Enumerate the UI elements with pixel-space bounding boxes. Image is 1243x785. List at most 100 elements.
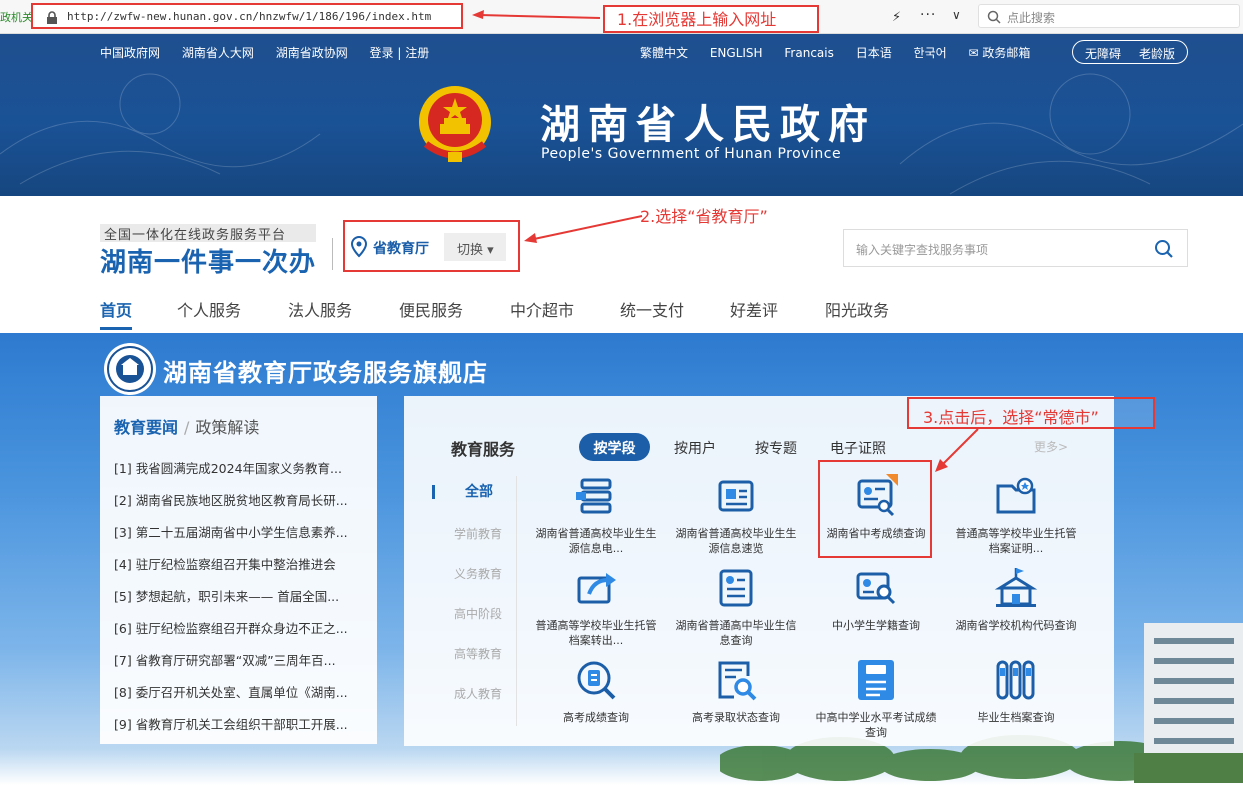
elder-mode-link[interactable]: 老龄版	[1139, 47, 1175, 61]
login-register-link[interactable]: 登录 | 注册	[370, 46, 430, 60]
divider	[332, 238, 333, 270]
news-title: 驻厅纪检监察组召开集中整治推进会	[135, 557, 336, 572]
service-label: 高考录取状态查询	[692, 711, 780, 724]
score-100-icon	[858, 660, 894, 700]
page-title: 湖南省人民政府	[540, 102, 876, 148]
arrow-icon	[524, 215, 643, 243]
education-services-panel: 教育服务 按学段 按用户 按专题 电子证照 更多> 全部 学前教育 义务教育 高…	[404, 396, 1114, 746]
link-korean[interactable]: 한국어	[914, 46, 947, 60]
link-npc[interactable]: 湖南省人大网	[182, 46, 254, 60]
nav-rating[interactable]: 好差评	[730, 297, 778, 321]
nav-agency-market[interactable]: 中介超市	[510, 297, 574, 321]
service-item[interactable]: 毕业生档案查询	[952, 658, 1080, 725]
arrow-icon	[935, 428, 979, 472]
service-item[interactable]: 普通高等学校毕业生托管档案转出...	[532, 566, 660, 648]
list-item[interactable]: [4] 驻厅纪检监察组召开集中整治推进会	[114, 554, 372, 586]
list-item[interactable]: [8] 委厅召开机关处室、直属单位《湖南...	[114, 682, 372, 714]
service-search-input[interactable]: 输入关键字查找服务事项	[843, 229, 1188, 267]
services-title: 教育服务	[451, 440, 516, 459]
nav-payment[interactable]: 统一支付	[620, 297, 684, 321]
news-number: [3]	[114, 525, 132, 540]
service-item[interactable]: 高考录取状态查询	[672, 658, 800, 725]
list-item[interactable]: [9] 省教育厅机关工会组织干部职工开展...	[114, 714, 372, 746]
chevron-down-icon[interactable]: ∨	[952, 8, 961, 22]
service-item[interactable]: 湖南省普通高校毕业生生源信息速览	[672, 474, 800, 556]
platform-logo-text[interactable]: 湖南一件事一次办	[100, 242, 316, 279]
news-title: 湖南省民族地区脱贫地区教育局长研...	[135, 493, 348, 508]
archive-star-icon	[996, 477, 1036, 514]
accessibility-switch[interactable]: 无障碍 老龄版	[1072, 40, 1188, 64]
bookmark-label[interactable]: 政机关	[0, 9, 33, 25]
service-label: 高考成绩查询	[563, 711, 629, 724]
flagship-title: 湖南省教育厅政务服务旗舰店	[163, 359, 488, 387]
news-title: 第二十五届湖南省中小学生信息素养...	[135, 525, 348, 540]
news-number: [7]	[114, 653, 132, 668]
service-search-placeholder: 输入关键字查找服务事项	[856, 243, 989, 257]
news-number: [9]	[114, 717, 132, 732]
service-label: 湖南省普通高校毕业生生源信息速览	[675, 527, 797, 555]
certificate-icon	[718, 480, 754, 512]
nav-legal-person[interactable]: 法人服务	[288, 297, 352, 321]
tab-by-topic[interactable]: 按专题	[755, 433, 797, 461]
tab-by-stage[interactable]: 按学段	[579, 433, 650, 461]
service-item[interactable]: 普通高等学校毕业生托管档案证明...	[952, 474, 1080, 556]
department-selector[interactable]: 省教育厅 切换 ▾	[343, 220, 520, 272]
browser-search-input[interactable]: 点此搜索	[978, 4, 1240, 28]
list-item[interactable]: [2] 湖南省民族地区脱贫地区教育局长研...	[114, 490, 372, 522]
stage-all[interactable]: 全部	[465, 481, 493, 501]
link-gov-mail[interactable]: ✉ 政务邮箱	[969, 46, 1031, 60]
link-english[interactable]: ENGLISH	[710, 46, 763, 60]
stage-adult-ed[interactable]: 成人教育	[454, 685, 502, 702]
service-item[interactable]: 湖南省学校机构代码查询	[952, 566, 1080, 633]
stack-icon	[576, 478, 612, 514]
switch-department-button[interactable]: 切换 ▾	[444, 233, 506, 261]
list-item[interactable]: [3] 第二十五届湖南省中小学生信息素养...	[114, 522, 372, 554]
news-number: [4]	[114, 557, 132, 572]
nav-personal[interactable]: 个人服务	[177, 297, 241, 321]
service-item[interactable]: 高考成绩查询	[532, 658, 660, 725]
news-title: 我省圆满完成2024年国家义务教育...	[135, 461, 342, 476]
stage-higher-ed[interactable]: 高等教育	[454, 645, 502, 662]
tab-by-user[interactable]: 按用户	[674, 433, 716, 461]
news-number: [1]	[114, 461, 132, 476]
files-icon	[996, 660, 1035, 700]
national-emblem-icon	[419, 86, 491, 162]
tab-policy-interpretation[interactable]: 政策解读	[195, 418, 259, 437]
list-item[interactable]: [6] 驻厅纪检监察组召开群众身边不正之...	[114, 618, 372, 650]
link-french[interactable]: Francais	[784, 46, 833, 60]
stage-compulsory[interactable]: 义务教育	[454, 565, 502, 582]
list-item[interactable]: [5] 梦想起航，职引未来—— 首届全国...	[114, 586, 372, 618]
link-cppcc[interactable]: 湖南省政协网	[276, 46, 348, 60]
nav-transparency[interactable]: 阳光政务	[825, 297, 889, 321]
link-gov-cn[interactable]: 中国政府网	[100, 46, 160, 60]
link-japanese[interactable]: 日本语	[856, 46, 892, 60]
platform-tagline: 全国一体化在线政务服务平台	[100, 224, 316, 243]
stage-high-school[interactable]: 高中阶段	[454, 605, 502, 622]
service-label: 湖南省学校机构代码查询	[955, 619, 1077, 632]
service-item[interactable]: 中小学生学籍查询	[812, 566, 940, 633]
list-item[interactable]: [1] 我省圆满完成2024年国家义务教育...	[114, 458, 372, 490]
news-number: [5]	[114, 589, 132, 604]
more-icon[interactable]: ···	[920, 7, 936, 23]
lock-icon	[45, 10, 59, 29]
link-traditional[interactable]: 繁體中文	[640, 46, 688, 60]
lightning-icon[interactable]: ⚡	[892, 10, 901, 25]
list-item[interactable]: [7] 省教育厅研究部署“双减”三周年百...	[114, 650, 372, 682]
service-item[interactable]: 湖南省普通高中毕业生信息查询	[672, 566, 800, 648]
browser-search-placeholder: 点此搜索	[1007, 11, 1056, 25]
service-item[interactable]: 湖南省普通高校毕业生生源信息电...	[532, 474, 660, 556]
address-bar[interactable]: http://zwfw-new.hunan.gov.cn/hnzwfw/1/18…	[31, 3, 463, 29]
nav-home[interactable]: 首页	[100, 297, 132, 321]
nav-convenience[interactable]: 便民服务	[399, 297, 463, 321]
tab-education-news[interactable]: 教育要闻	[114, 418, 178, 437]
accessible-mode-link[interactable]: 无障碍	[1085, 47, 1121, 61]
more-link[interactable]: 更多>	[1034, 438, 1068, 455]
step3-callout: 3.点击后，选择“常德市”	[907, 397, 1155, 429]
tab-e-license[interactable]: 电子证照	[830, 433, 886, 461]
stage-preschool[interactable]: 学前教育	[454, 525, 502, 542]
service-item[interactable]: 中高中学业水平考试成绩查询	[812, 658, 940, 740]
admission-search-icon	[718, 661, 757, 701]
news-title: 梦想起航，职引未来—— 首届全国...	[135, 589, 340, 604]
gov-header: 中国政府网 湖南省人大网 湖南省政协网 登录 | 注册 繁體中文 ENGLISH…	[0, 34, 1243, 196]
search-icon[interactable]	[1154, 239, 1174, 259]
